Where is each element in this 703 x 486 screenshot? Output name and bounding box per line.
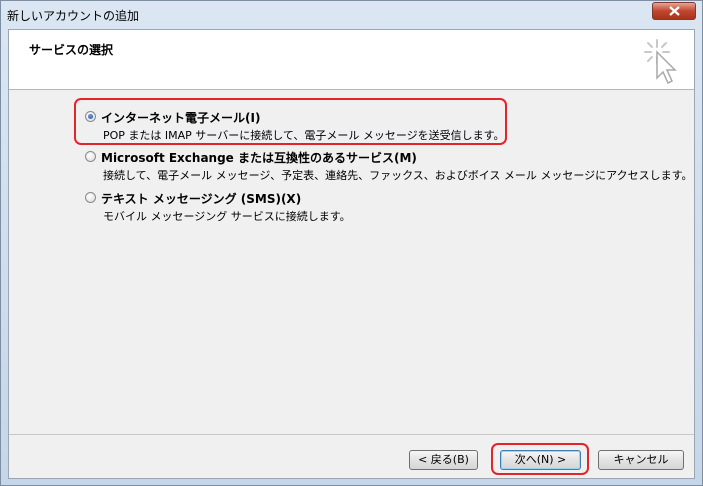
exchange-label[interactable]: Microsoft Exchange または互換性のあるサービス(M)	[101, 149, 417, 166]
footer-divider	[9, 434, 694, 435]
internet-email-radio[interactable]	[85, 111, 96, 122]
internet-email-description: POP または IMAP サーバーに接続して、電子メール メッセージを送受信しま…	[103, 129, 505, 142]
sms-description: モバイル メッセージング サービスに接続します。	[103, 210, 351, 223]
page-title: サービスの選択	[29, 43, 114, 57]
add-account-dialog: 新しいアカウントの追加 サービスの選択 インターネット電子メール(I) POP …	[0, 0, 703, 486]
window-title: 新しいアカウントの追加	[7, 9, 140, 23]
close-icon	[669, 6, 680, 16]
title-bar[interactable]: 新しいアカウントの追加	[1, 1, 702, 28]
exchange-description: 接続して、電子メール メッセージ、予定表、連絡先、ファックス、およびボイス メー…	[103, 169, 693, 182]
internet-email-label[interactable]: インターネット電子メール(I)	[101, 109, 260, 126]
sms-label[interactable]: テキスト メッセージング (SMS)(X)	[101, 190, 301, 207]
cancel-button[interactable]: キャンセル	[598, 450, 684, 470]
exchange-radio[interactable]	[85, 151, 96, 162]
dialog-client-area: サービスの選択 インターネット電子メール(I) POP または IMAP サーバ…	[8, 29, 695, 479]
wizard-cursor-icon	[644, 39, 677, 84]
wizard-header: サービスの選択	[9, 30, 694, 90]
next-button[interactable]: 次へ(N) >	[500, 450, 581, 470]
sms-radio[interactable]	[85, 192, 96, 203]
close-button[interactable]	[652, 2, 696, 20]
back-button[interactable]: < 戻る(B)	[409, 450, 478, 470]
